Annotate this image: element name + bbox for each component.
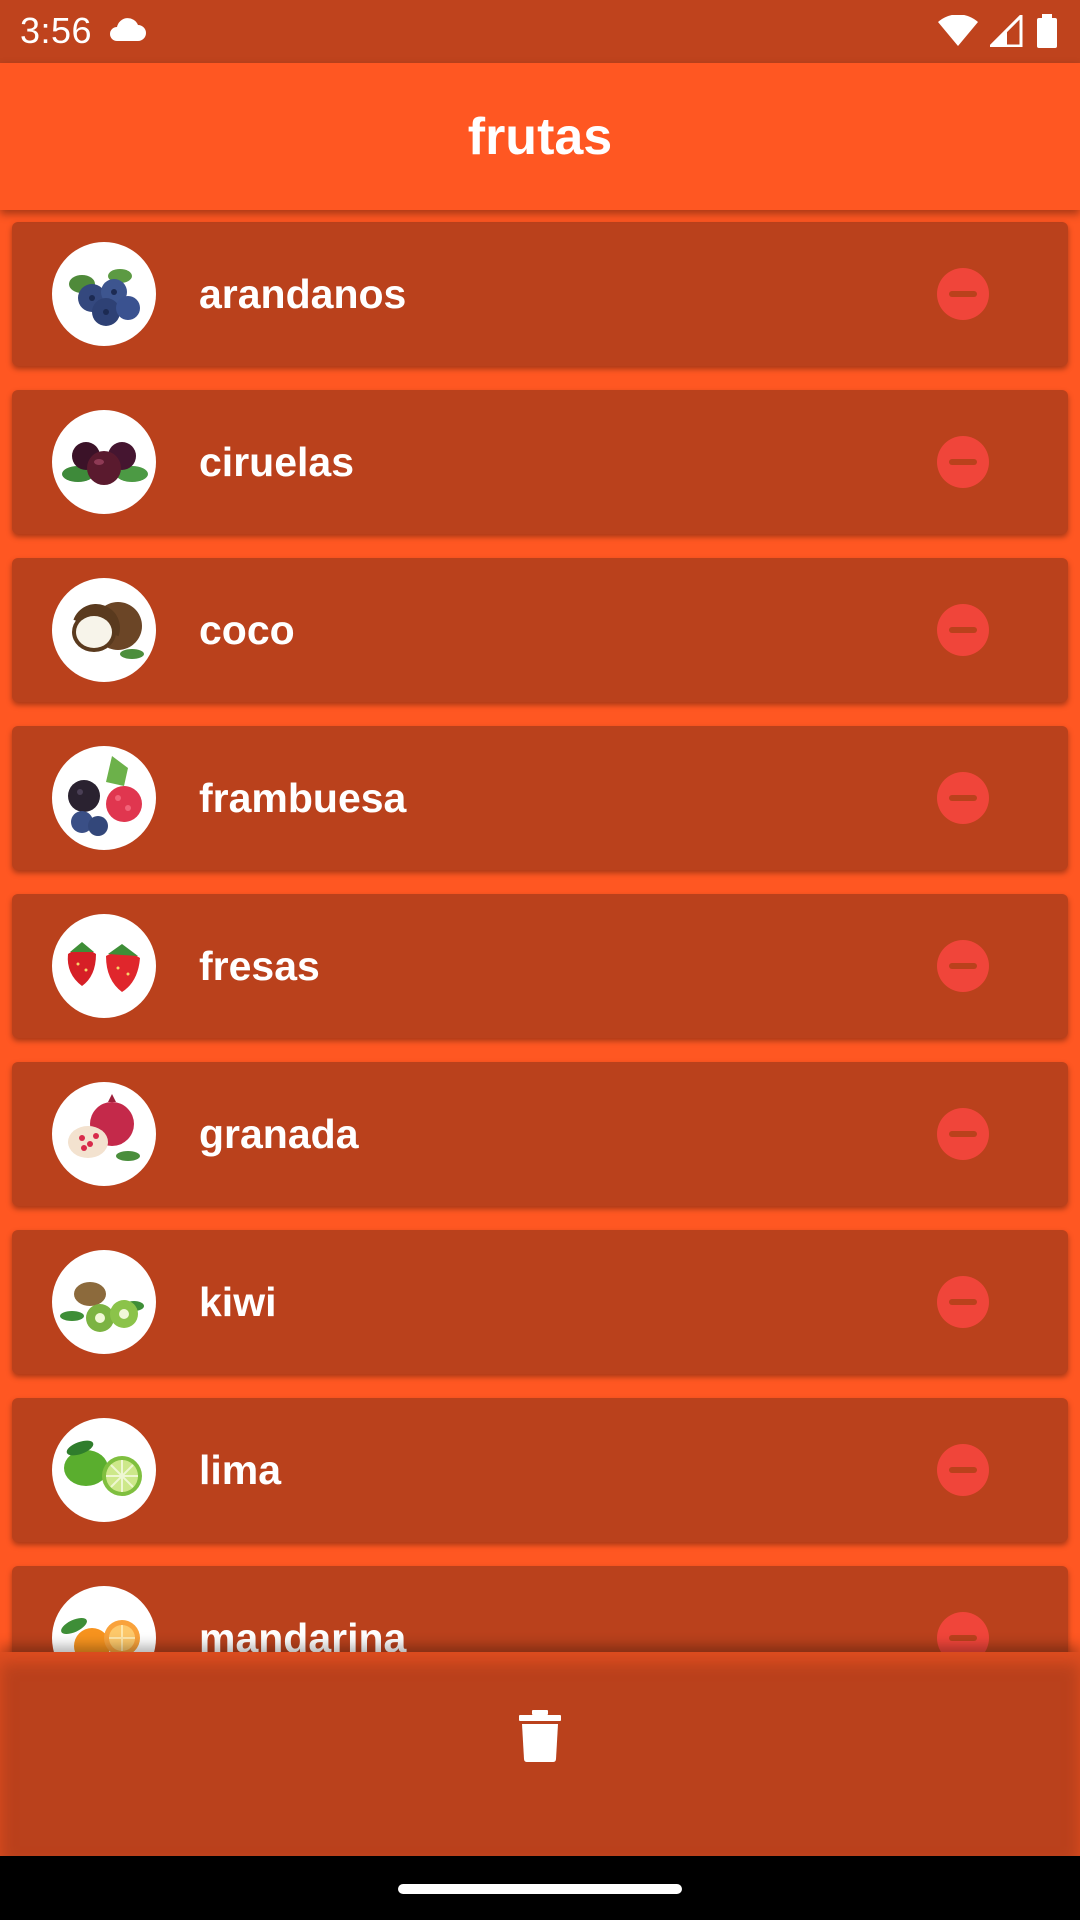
list-item[interactable]: arandanos <box>12 222 1068 366</box>
fruit-name: fresas <box>199 943 320 989</box>
remove-icon[interactable] <box>937 1108 989 1160</box>
fruit-name: granada <box>199 1111 359 1157</box>
avatar <box>52 1082 156 1186</box>
delete-all-button[interactable] <box>512 1706 568 1766</box>
status-time: 3:56 <box>20 10 93 51</box>
list-item[interactable]: ciruelas <box>12 390 1068 534</box>
fruit-name: lima <box>199 1447 282 1493</box>
tangerine-icon <box>61 1617 140 1652</box>
avatar <box>52 914 156 1018</box>
fruit-name: coco <box>199 607 295 653</box>
avatar <box>52 578 156 682</box>
list-item[interactable]: coco <box>12 558 1068 702</box>
status-icons <box>938 13 1058 49</box>
battery-icon <box>1037 14 1057 48</box>
list-item[interactable]: kiwi <box>12 1230 1068 1374</box>
pomegranate-icon <box>68 1094 140 1161</box>
remove-icon[interactable] <box>937 436 989 488</box>
remove-icon[interactable] <box>937 268 989 320</box>
fruit-name: frambuesa <box>199 775 407 821</box>
avatar <box>52 242 156 346</box>
remove-icon[interactable] <box>937 772 989 824</box>
avatar <box>52 1586 156 1652</box>
avatar <box>52 746 156 850</box>
blueberry-icon <box>69 269 140 326</box>
status-bar: 3:56 <box>0 0 1080 63</box>
fruit-name: mandarina <box>199 1615 407 1652</box>
strawberry-icon <box>67 942 140 992</box>
list-item[interactable]: granada <box>12 1062 1068 1206</box>
lime-icon <box>64 1440 142 1496</box>
fruit-list[interactable]: arandanos ciruelas coco frambuesa fresas… <box>0 210 1080 1652</box>
remove-icon[interactable] <box>937 1276 989 1328</box>
list-item[interactable]: fresas <box>12 894 1068 1038</box>
page-title: frutas <box>467 107 613 166</box>
remove-icon[interactable] <box>937 940 989 992</box>
avatar <box>52 410 156 514</box>
coconut-icon <box>72 602 144 659</box>
list-item[interactable]: frambuesa <box>12 726 1068 870</box>
cloud-icon <box>110 18 146 41</box>
remove-icon[interactable] <box>937 1444 989 1496</box>
avatar <box>52 1418 156 1522</box>
remove-icon[interactable] <box>937 1612 989 1652</box>
trash-icon <box>519 1710 561 1762</box>
wifi-icon <box>938 15 978 46</box>
fruit-name: arandanos <box>199 271 407 317</box>
avatar <box>52 1250 156 1354</box>
home-gesture-handle[interactable] <box>398 1884 682 1894</box>
kiwi-icon <box>60 1282 144 1332</box>
fruit-name: ciruelas <box>199 439 354 485</box>
list-item[interactable]: lima <box>12 1398 1068 1542</box>
system-nav-bar <box>0 1856 1080 1920</box>
raspberry-icon <box>68 756 142 836</box>
bottom-bar <box>0 1652 1080 1856</box>
remove-icon[interactable] <box>937 604 989 656</box>
list-item[interactable]: mandarina <box>12 1566 1068 1652</box>
plum-icon <box>62 442 148 485</box>
signal-icon <box>990 15 1023 47</box>
fruit-name: kiwi <box>199 1279 277 1325</box>
app-bar: frutas <box>0 63 1080 210</box>
